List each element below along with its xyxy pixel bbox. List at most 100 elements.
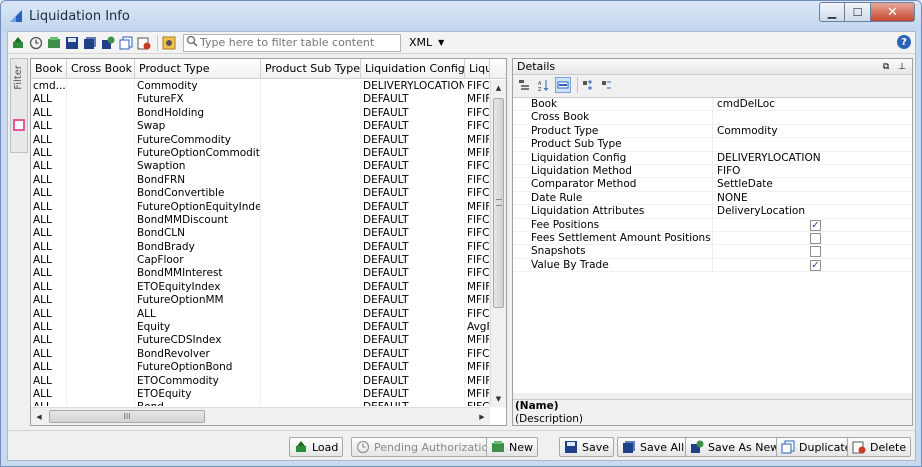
filter-input-box[interactable] <box>183 33 401 52</box>
property-checkbox[interactable] <box>810 246 821 258</box>
table-horizontal-scrollbar[interactable]: ◀ III ▶ <box>31 407 490 425</box>
title-bar[interactable]: Liquidation Info ▁ ☐ ✕ <box>1 1 921 31</box>
settings-icon[interactable] <box>161 35 177 51</box>
delete-icon[interactable] <box>136 35 152 51</box>
property-value[interactable]: DELIVERYLOCATION <box>713 152 912 164</box>
table-row[interactable]: ALL FutureOptionMM DEFAULT MFIF <box>31 294 490 308</box>
property-row[interactable]: Liquidation Attributes DeliveryLocation <box>513 205 912 219</box>
table-row[interactable]: ALL FutureOptionBond DEFAULT MFIF <box>31 361 490 375</box>
pin-icon[interactable]: ⊥ <box>898 62 906 72</box>
scroll-right-arrow-icon[interactable]: ▶ <box>474 408 490 425</box>
table-row[interactable]: ALL BondBrady DEFAULT FIFC <box>31 240 490 255</box>
property-checkbox[interactable]: ✓ <box>810 259 821 271</box>
property-pages-icon[interactable] <box>555 77 571 93</box>
table-row[interactable]: ALL Bond DEFAULTFIFC <box>31 401 490 406</box>
property-value[interactable]: NONE <box>713 192 912 204</box>
table-row[interactable]: ALL ETOCommodity DEFAULT MFIF <box>31 374 490 388</box>
property-row[interactable]: Snapshots <box>513 245 912 259</box>
close-button[interactable]: ✕ <box>871 2 915 22</box>
table-row[interactable]: ALL ETOEquity DEFAULT MFIF <box>31 387 490 402</box>
categorized-sort-icon[interactable] <box>517 77 533 93</box>
table-row[interactable]: ALL Swaption DEFAULT FIFC <box>31 160 490 174</box>
minimize-button[interactable]: ▁ <box>819 2 845 22</box>
table-row[interactable]: ALL CapFloor DEFAULT FIFC <box>31 254 490 268</box>
collapse-all-icon[interactable] <box>600 77 616 93</box>
property-value[interactable] <box>713 138 912 150</box>
column-header[interactable]: Liqu <box>465 59 490 79</box>
column-header[interactable]: Product Sub Type <box>261 59 361 79</box>
load-button[interactable]: Load <box>289 437 344 457</box>
table-row[interactable]: ALL Swap DEFAULT FIFC <box>31 120 490 134</box>
save-all-icon[interactable] <box>82 35 98 51</box>
property-value[interactable]: DeliveryLocation <box>713 205 912 217</box>
pending-authorization-button[interactable]: Pending Authorization <box>351 437 501 457</box>
liquidation-table: Book Cross Book Product Type Product Sub Ty… <box>30 58 507 426</box>
property-value[interactable]: cmdDelLoc <box>713 98 912 110</box>
property-row[interactable]: Product Type Commodity <box>513 124 912 139</box>
delete-button[interactable]: Delete <box>847 437 912 457</box>
vertical-scroll-thumb[interactable] <box>493 98 504 308</box>
scroll-down-arrow-icon[interactable]: ▼ <box>491 391 506 407</box>
property-checkbox[interactable]: ✓ <box>810 219 821 231</box>
property-row[interactable]: Liquidation Method FIFO <box>513 164 912 179</box>
table-row[interactable]: ALL FutureCommodity DEFAULT MFIF <box>31 133 490 147</box>
maximize-button[interactable]: ☐ <box>845 2 871 22</box>
table-row[interactable]: ALL FutureFX DEFAULT MFIF <box>31 93 490 107</box>
table-row[interactable]: ALL FutureCDSIndex DEFAULT MFIF <box>31 334 490 348</box>
property-row[interactable]: Product Sub Type <box>513 138 912 152</box>
load-icon[interactable] <box>10 35 26 51</box>
column-header[interactable]: Liquidation Config <box>361 59 465 79</box>
property-row[interactable]: Fees Settlement Amount Positions <box>513 231 912 246</box>
table-vertical-scrollbar[interactable]: ▲ ▼ <box>490 80 506 407</box>
table-row[interactable]: ALL BondConvertible DEFAULT FIFC <box>31 187 490 201</box>
save-all-button[interactable]: Save All <box>617 437 690 457</box>
table-row[interactable]: ALL ETOEquityIndex DEFAULT MFIF <box>31 280 490 295</box>
property-row[interactable]: Fee Positions ✓ <box>513 218 912 232</box>
property-row[interactable]: Date Rule NONE <box>513 191 912 206</box>
scroll-up-arrow-icon[interactable]: ▲ <box>491 80 506 96</box>
undock-icon[interactable]: ⧉ <box>883 62 889 72</box>
property-row[interactable]: Value By Trade ✓ <box>513 258 912 273</box>
table-row[interactable]: ALL FutureOptionEquityIndex DEFAULT MFIF <box>31 200 490 214</box>
horizontal-scroll-thumb[interactable]: III <box>49 410 205 423</box>
column-header[interactable]: Book <box>31 59 67 79</box>
save-as-new-icon[interactable] <box>100 35 116 51</box>
property-row[interactable]: Cross Book <box>513 111 912 125</box>
column-header[interactable]: Product Type <box>135 59 261 79</box>
property-row[interactable]: Book cmdDelLoc <box>513 98 912 112</box>
help-icon[interactable]: ? <box>897 35 911 49</box>
table-row[interactable]: ALL BondMMInterest DEFAULT FIFC <box>31 267 490 281</box>
save-as-new-button[interactable]: Save As New <box>685 437 785 457</box>
table-row[interactable]: ALL BondHolding DEFAULT FIFC <box>31 106 490 121</box>
save-icon[interactable] <box>64 35 80 51</box>
filter-input[interactable] <box>200 36 390 49</box>
column-header[interactable]: Cross Book <box>67 59 135 79</box>
scroll-left-arrow-icon[interactable]: ◀ <box>31 408 47 425</box>
history-clock-icon[interactable] <box>28 35 44 51</box>
duplicate-button[interactable]: Duplicate <box>776 437 857 457</box>
save-button[interactable]: Save <box>559 437 615 457</box>
table-row[interactable]: ALL ALL DEFAULT FIFC <box>31 307 490 322</box>
property-value[interactable]: Commodity <box>713 125 912 137</box>
table-row[interactable]: ALL Equity DEFAULT AvgF <box>31 321 490 335</box>
property-row[interactable]: Comparator Method SettleDate <box>513 178 912 192</box>
table-row[interactable]: ALL BondRevolver DEFAULT FIFC <box>31 347 490 362</box>
table-cell <box>67 294 135 308</box>
property-value[interactable] <box>713 111 912 123</box>
new-record-icon[interactable] <box>46 35 62 51</box>
new-button[interactable]: New <box>486 437 538 457</box>
duplicate-icon[interactable] <box>118 35 134 51</box>
property-value[interactable]: FIFO <box>713 165 912 177</box>
table-row[interactable]: cmd... Commodity DELIVERYLOCATION FIFC <box>31 80 490 94</box>
table-row[interactable]: ALL BondFRN DEFAULT FIFC <box>31 173 490 188</box>
property-row[interactable]: Liquidation Config DELIVERYLOCATION <box>513 151 912 165</box>
alphabetical-sort-icon[interactable]: AZ <box>536 77 552 93</box>
property-value[interactable]: SettleDate <box>713 178 912 190</box>
expand-all-icon[interactable] <box>581 77 597 93</box>
table-row[interactable]: ALL FutureOptionCommodity DEFAULT MFIF <box>31 146 490 161</box>
property-checkbox[interactable] <box>810 232 821 244</box>
filter-side-tab[interactable]: Filter <box>10 58 28 153</box>
table-row[interactable]: ALL BondCLN DEFAULT FIFC <box>31 227 490 241</box>
format-dropdown[interactable]: XML ▼ <box>409 36 444 49</box>
table-row[interactable]: ALL BondMMDiscount DEFAULT FIFC <box>31 213 490 228</box>
